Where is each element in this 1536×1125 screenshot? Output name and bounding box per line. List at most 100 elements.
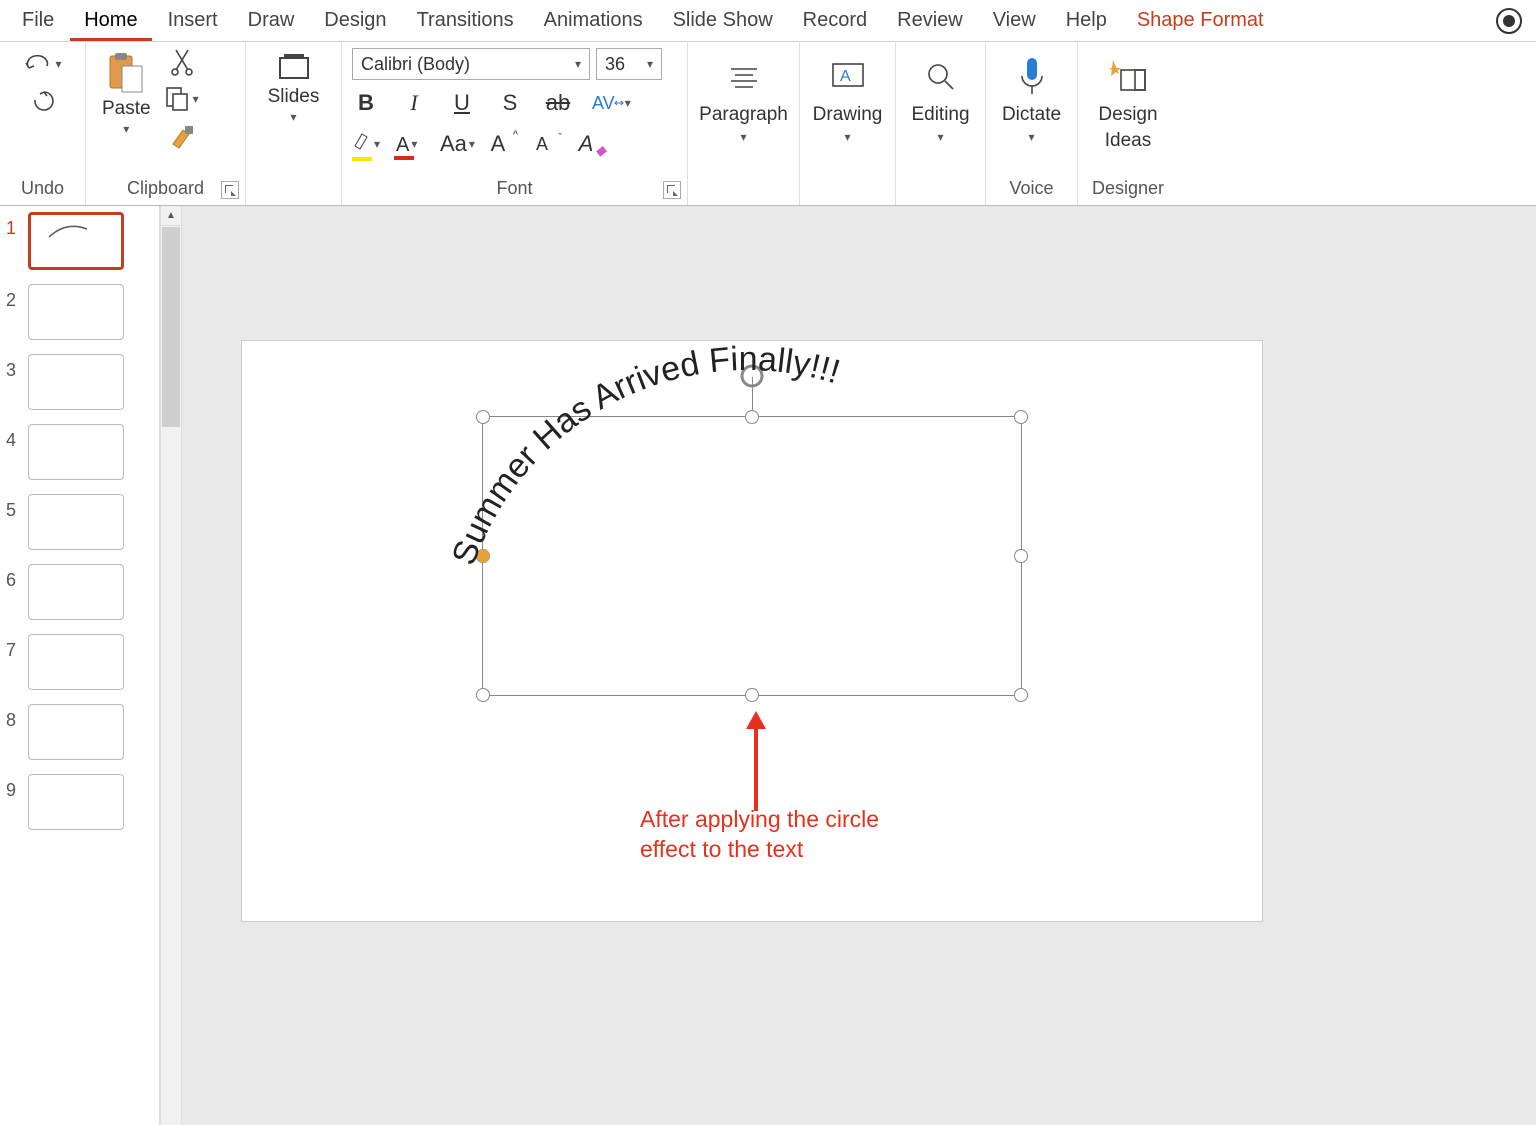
svg-text:Summer Has Arrived Finally!!!: Summer Has Arrived Finally!!! (445, 340, 845, 570)
design-ideas-icon (1107, 54, 1149, 100)
paragraph-button[interactable]: Paragraph ▾ (685, 48, 802, 150)
slide-thumb-1[interactable] (28, 212, 124, 270)
tab-design[interactable]: Design (310, 1, 400, 41)
tab-draw[interactable]: Draw (234, 1, 309, 41)
thumb-num: 2 (6, 284, 22, 311)
annotation-arrow-icon (746, 711, 766, 811)
tab-file[interactable]: File (8, 1, 68, 41)
font-color-button[interactable]: A ▾ (396, 131, 424, 157)
underline-button[interactable]: U (448, 90, 476, 116)
selected-text-shape[interactable]: Summer Has Arrived Finally!!! (482, 416, 1022, 696)
slide-thumb-3[interactable] (28, 354, 124, 410)
group-label-font: Font (352, 176, 677, 203)
thumb-num: 3 (6, 354, 22, 381)
paragraph-icon (727, 54, 761, 100)
chevron-down-icon: ▾ (1028, 130, 1034, 144)
tab-shape-format[interactable]: Shape Format (1123, 1, 1278, 41)
tab-slideshow[interactable]: Slide Show (659, 1, 787, 41)
resize-handle-n[interactable] (745, 410, 759, 424)
clipboard-icon (106, 52, 146, 96)
thumbnails-scrollbar[interactable]: ▲ (160, 206, 182, 1125)
undo-button[interactable]: ▾ (23, 52, 61, 76)
tab-transitions[interactable]: Transitions (403, 1, 528, 41)
tab-insert[interactable]: Insert (154, 1, 232, 41)
search-icon (925, 54, 957, 100)
slide-canvas-area[interactable]: Summer Has Arrived Finally!!! After appl… (182, 206, 1536, 1125)
paste-button[interactable]: Paste ▾ (96, 48, 157, 140)
rotate-handle[interactable] (737, 361, 767, 394)
thumb-num: 8 (6, 704, 22, 731)
ribbon: ▾ Undo Paste ▾ (0, 42, 1536, 206)
slide-thumb-9[interactable] (28, 774, 124, 830)
tab-view[interactable]: View (979, 1, 1050, 41)
tab-record[interactable]: Record (789, 1, 881, 41)
format-painter-button[interactable] (169, 122, 195, 150)
slide-thumb-5[interactable] (28, 494, 124, 550)
tab-home[interactable]: Home (70, 1, 151, 41)
drawing-icon: A (830, 54, 866, 100)
curved-text: Summer Has Arrived Finally!!! (463, 397, 1043, 717)
chevron-down-icon: ▾ (937, 130, 943, 144)
shadow-button[interactable]: S (496, 90, 524, 116)
font-dialog-launcher[interactable] (663, 181, 681, 199)
thumb-num: 6 (6, 564, 22, 591)
scroll-up-icon[interactable]: ▲ (161, 206, 181, 226)
recording-indicator-icon[interactable] (1496, 8, 1522, 34)
resize-handle-sw[interactable] (476, 688, 490, 702)
resize-handle-s[interactable] (745, 688, 759, 702)
increase-font-button[interactable]: A^ (484, 131, 512, 157)
editing-button[interactable]: Editing ▾ (897, 48, 983, 150)
slide-thumb-8[interactable] (28, 704, 124, 760)
slide-thumb-2[interactable] (28, 284, 124, 340)
italic-button[interactable]: I (400, 90, 428, 116)
change-case-button[interactable]: Aa▾ (440, 131, 468, 157)
thumb-num: 4 (6, 424, 22, 451)
clear-formatting-button[interactable]: A◆ (572, 131, 600, 157)
slide-thumb-7[interactable] (28, 634, 124, 690)
cut-button[interactable] (170, 48, 194, 76)
redo-button[interactable] (30, 88, 56, 112)
char-spacing-button[interactable]: AV▾ (592, 93, 620, 114)
chevron-down-icon: ▾ (55, 57, 61, 71)
slide-thumb-4[interactable] (28, 424, 124, 480)
thumb-num: 9 (6, 774, 22, 801)
slide-thumbnails: 1 2 3 4 5 6 7 8 9 (0, 206, 160, 1125)
workspace: 1 2 3 4 5 6 7 8 9 ▲ (0, 206, 1536, 1125)
slides-icon (276, 52, 312, 84)
chevron-down-icon: ▾ (193, 92, 199, 106)
adjustment-handle[interactable] (477, 550, 490, 563)
dictate-button[interactable]: Dictate ▾ (988, 48, 1075, 150)
slide-thumb-6[interactable] (28, 564, 124, 620)
resize-handle-ne[interactable] (1014, 410, 1028, 424)
tab-animations[interactable]: Animations (530, 1, 657, 41)
highlight-button[interactable]: ▾ (352, 130, 380, 158)
drawing-button[interactable]: A Drawing ▾ (799, 48, 897, 150)
microphone-icon (1017, 54, 1047, 100)
tab-help[interactable]: Help (1052, 1, 1121, 41)
slides-button[interactable]: Slides ▾ (262, 48, 326, 128)
scroll-thumb[interactable] (162, 227, 180, 427)
thumb-num: 7 (6, 634, 22, 661)
group-label-undo: Undo (10, 176, 75, 203)
group-label-voice: Voice (996, 176, 1067, 203)
svg-text:A: A (840, 68, 851, 85)
copy-button[interactable]: ▾ (165, 86, 199, 112)
tab-review[interactable]: Review (883, 1, 977, 41)
clipboard-dialog-launcher[interactable] (221, 181, 239, 199)
chevron-down-icon: ▾ (290, 110, 296, 124)
thumb-num: 5 (6, 494, 22, 521)
chevron-down-icon: ▾ (123, 122, 129, 136)
slide[interactable]: Summer Has Arrived Finally!!! After appl… (242, 341, 1262, 921)
chevron-down-icon: ▾ (740, 130, 746, 144)
bold-button[interactable]: B (352, 90, 380, 116)
resize-handle-se[interactable] (1014, 688, 1028, 702)
group-label-designer: Designer (1088, 176, 1168, 203)
resize-handle-nw[interactable] (476, 410, 490, 424)
resize-handle-e[interactable] (1014, 549, 1028, 563)
design-ideas-button[interactable]: Design Ideas (1084, 48, 1171, 158)
strikethrough-button[interactable]: ab (544, 90, 572, 116)
ribbon-tabs: File Home Insert Draw Design Transitions… (0, 0, 1536, 42)
font-size-select[interactable]: 36▾ (596, 48, 662, 80)
decrease-font-button[interactable]: Aˇ (528, 134, 556, 155)
font-name-select[interactable]: Calibri (Body)▾ (352, 48, 590, 80)
